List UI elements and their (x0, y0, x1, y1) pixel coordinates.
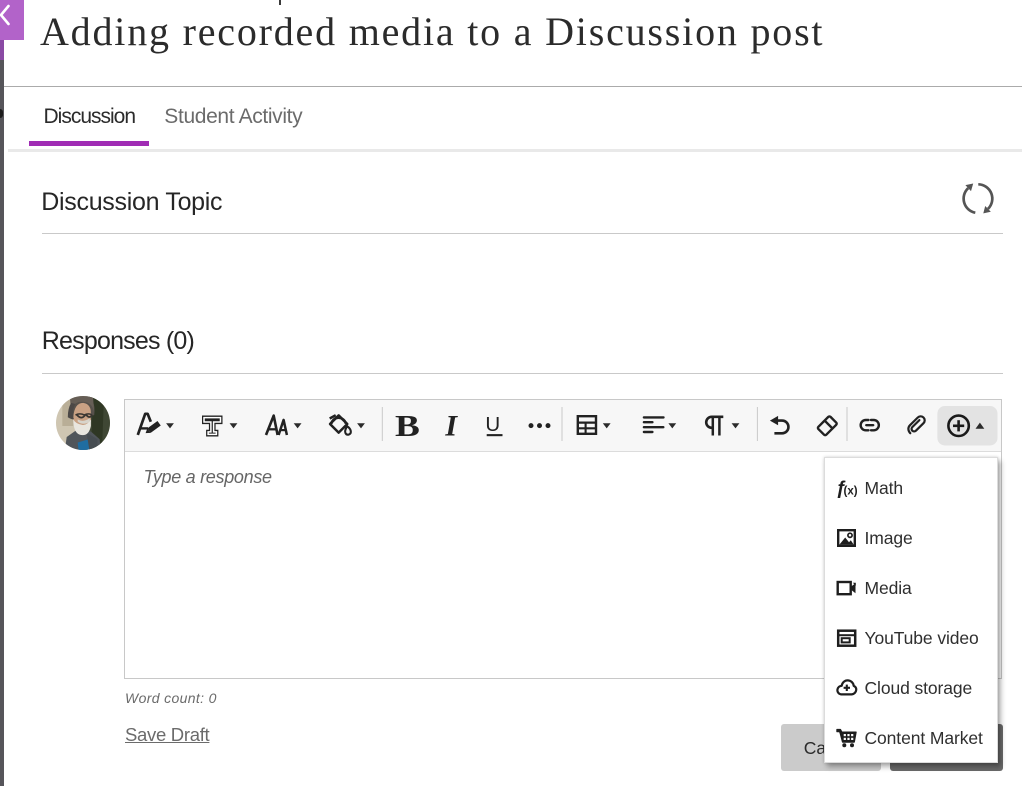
svg-text:B: B (395, 409, 420, 443)
svg-text:I: I (444, 410, 458, 443)
svg-text:U: U (485, 413, 500, 436)
svg-text:(x): (x) (843, 486, 857, 498)
